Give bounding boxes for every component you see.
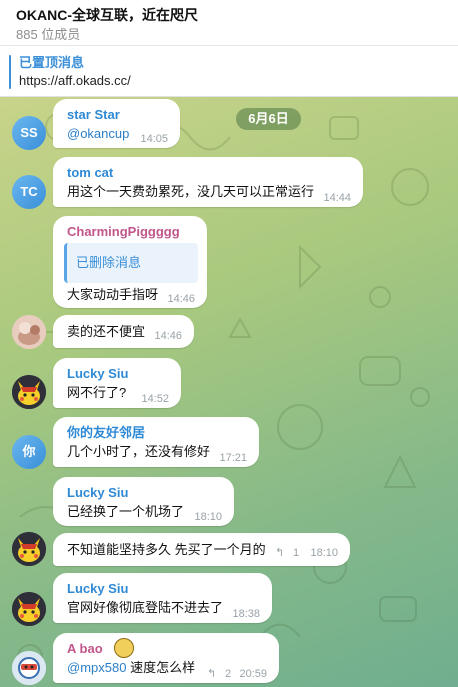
message-time: 18:10 bbox=[194, 511, 222, 523]
message-text: 不知道能坚持多久 先买了一个月的 bbox=[67, 542, 266, 557]
chat-header[interactable]: OKANC-全球互联，近在咫尺 885 位成员 bbox=[0, 0, 458, 46]
message-text: 大家动动手指呀 bbox=[67, 287, 159, 302]
avatar[interactable]: TC bbox=[12, 175, 46, 209]
message-time: 14:46 bbox=[154, 330, 182, 342]
message-bubble[interactable]: 不知道能坚持多久 先买了一个月的 ↰ 1 18:10 bbox=[53, 533, 350, 566]
pikachu-avatar-icon bbox=[12, 592, 46, 626]
message-text: 官网好像彻底登陆不进去了 bbox=[67, 600, 224, 615]
quote-text: 已删除消息 bbox=[76, 255, 142, 270]
reply-arrow-icon[interactable]: ↰ bbox=[207, 667, 216, 681]
message-bubble[interactable]: 卖的还不便宜 14:46 bbox=[53, 315, 194, 348]
pinned-text: https://aff.okads.cc/ bbox=[19, 73, 131, 88]
message-text: 已经换了一个机场了 bbox=[67, 504, 185, 519]
message-text: 用这个一天费劲累死，没几天可以正常运行 bbox=[67, 184, 315, 199]
sender-name[interactable]: Lucky Siu bbox=[67, 366, 128, 382]
sender-name[interactable]: Lucky Siu bbox=[67, 485, 128, 501]
avatar[interactable]: SS bbox=[12, 116, 46, 150]
message-bubble[interactable]: tom cat 用这个一天费劲累死，没几天可以正常运行 14:44 bbox=[53, 157, 363, 207]
mention-link[interactable]: @okancup bbox=[67, 125, 129, 143]
avatar[interactable] bbox=[12, 375, 46, 409]
member-count: 885 位成员 bbox=[16, 27, 81, 42]
message-time: 17:21 bbox=[219, 452, 247, 464]
message-line: @mpx580 速度怎么样 bbox=[67, 659, 195, 677]
message-text: 速度怎么样 bbox=[130, 660, 196, 675]
chat-title: OKANC-全球互联，近在咫尺 bbox=[16, 7, 198, 23]
sender-name[interactable]: 你的友好邻居 bbox=[67, 425, 145, 441]
message-time: 14:52 bbox=[141, 393, 169, 405]
pikachu-avatar-icon bbox=[12, 532, 46, 566]
sender-badge-icon bbox=[114, 638, 134, 658]
message-time: 18:10 bbox=[310, 547, 338, 559]
message-bubble[interactable]: 你的友好邻居 几个小时了，还没有修好 17:21 bbox=[53, 417, 259, 467]
message-bubble[interactable]: Lucky Siu 官网好像彻底登陆不进去了 18:38 bbox=[53, 573, 272, 623]
message-time: 14:05 bbox=[140, 133, 168, 145]
message-text: 几个小时了，还没有修好 bbox=[67, 444, 211, 459]
message-time: 18:38 bbox=[232, 608, 260, 620]
message-text: 卖的还不便宜 bbox=[67, 324, 146, 339]
reply-arrow-icon[interactable]: ↰ bbox=[275, 546, 284, 560]
date-chip: 6月6日 bbox=[236, 108, 301, 130]
avatar-initials: 你 bbox=[22, 444, 36, 459]
message-bubble[interactable]: Lucky Siu 网不行了? 14:52 bbox=[53, 358, 181, 408]
avatar[interactable] bbox=[12, 532, 46, 566]
sender-name[interactable]: Lucky Siu bbox=[67, 581, 128, 597]
avatar[interactable] bbox=[12, 592, 46, 626]
pinned-message[interactable]: 已置顶消息 https://aff.okads.cc/ bbox=[0, 47, 458, 97]
pikachu-avatar-icon bbox=[12, 375, 46, 409]
avatar[interactable] bbox=[12, 651, 46, 685]
reply-count[interactable]: 2 bbox=[225, 667, 231, 681]
sender-name[interactable]: star Star bbox=[67, 107, 120, 123]
message-time: 20:59 bbox=[239, 668, 267, 680]
pinned-accent-bar bbox=[9, 55, 11, 89]
message-bubble[interactable]: Lucky Siu 已经换了一个机场了 18:10 bbox=[53, 477, 234, 526]
message-time: 14:44 bbox=[323, 192, 351, 204]
sender-name[interactable]: tom cat bbox=[67, 165, 113, 181]
message-bubble[interactable]: CharmingPiggggg 已删除消息 大家动动手指呀 14:46 bbox=[53, 216, 207, 308]
reply-quote[interactable]: 已删除消息 bbox=[64, 243, 198, 283]
message-bubble[interactable]: star Star @okancup 14:05 bbox=[53, 99, 180, 148]
pinned-label: 已置顶消息 bbox=[19, 55, 85, 70]
message-bubble[interactable]: A bao @mpx580 速度怎么样 ↰ 2 20:59 bbox=[53, 633, 279, 683]
mention-link[interactable]: @mpx580 bbox=[67, 660, 126, 675]
avatar[interactable]: 你 bbox=[12, 435, 46, 469]
avatar-photo-icon bbox=[12, 315, 46, 349]
sender-name[interactable]: A bao bbox=[67, 641, 103, 657]
reply-count[interactable]: 1 bbox=[293, 546, 299, 560]
sender-name[interactable]: CharmingPiggggg bbox=[67, 224, 180, 240]
message-text: 网不行了? bbox=[67, 385, 127, 400]
avatar[interactable] bbox=[12, 315, 46, 349]
cartoon-avatar-icon bbox=[12, 651, 46, 685]
avatar-initials: SS bbox=[20, 125, 38, 140]
message-time: 14:46 bbox=[167, 293, 195, 305]
avatar-initials: TC bbox=[20, 184, 38, 199]
chat-area[interactable]: 6月6日 SS star Star @okancup 14:05 TC tom … bbox=[0, 97, 458, 687]
